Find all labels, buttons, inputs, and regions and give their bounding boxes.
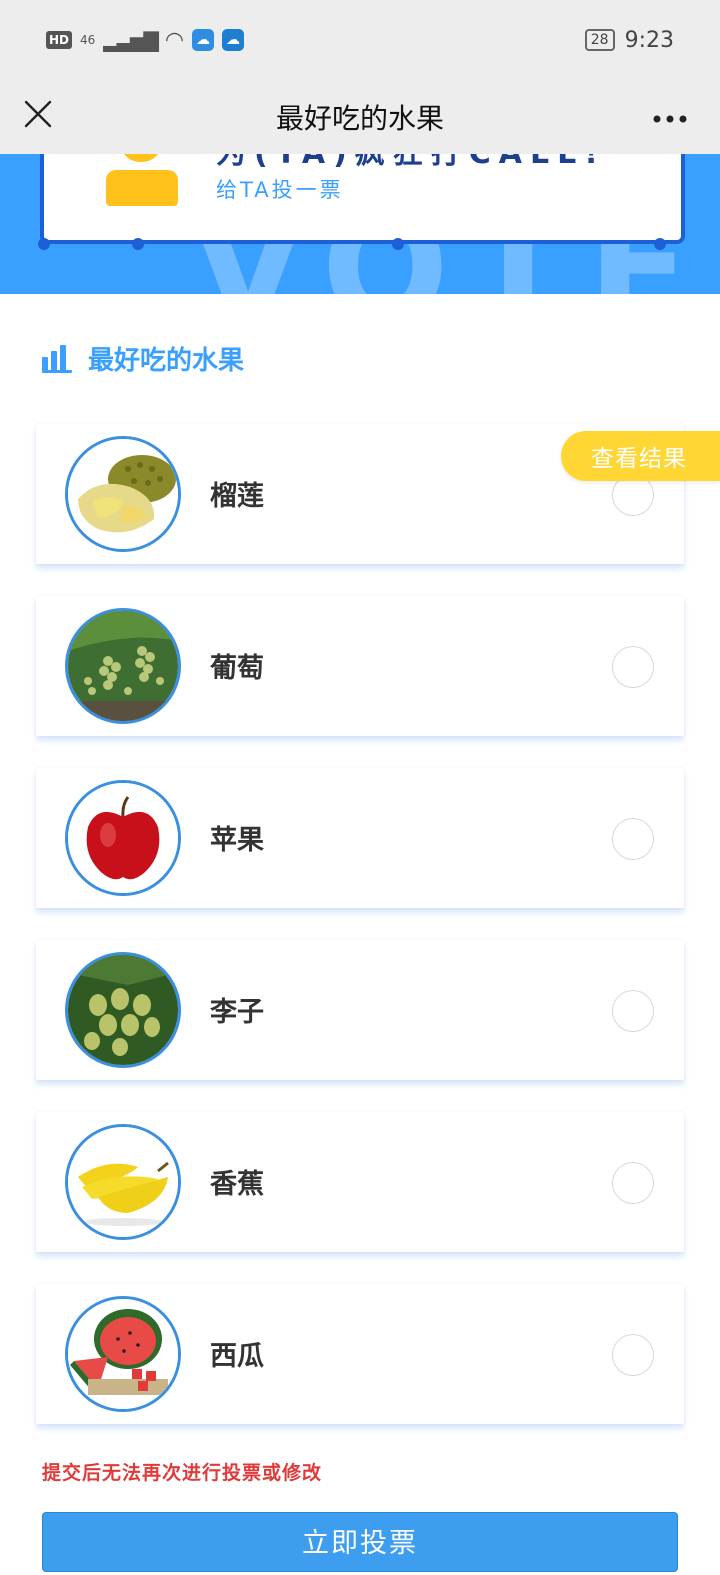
- battery-icon: 28: [584, 29, 615, 51]
- radio-button[interactable]: [612, 818, 654, 860]
- submit-warning: 提交后无法再次进行投票或修改: [42, 1462, 323, 1484]
- status-left: HD 46 ▂▃▅▇ ◠ ☁ ☁: [46, 27, 245, 53]
- clock: 9:23: [624, 27, 674, 53]
- page-title: 最好吃的水果: [275, 102, 444, 135]
- section-title: 最好吃的水果: [88, 346, 245, 376]
- vote-option[interactable]: 西瓜: [36, 1284, 684, 1424]
- banner-ticket: 为(TA)疯狂打CALL! 给TA投一票: [40, 154, 685, 244]
- option-label: 香蕉: [210, 1169, 264, 1200]
- banner-headline: 为(TA)疯狂打CALL!: [216, 154, 606, 172]
- vote-option[interactable]: 苹果: [36, 768, 684, 908]
- network-type: 46: [80, 33, 96, 47]
- status-right: 28 9:23: [584, 27, 674, 53]
- radio-button[interactable]: [612, 646, 654, 688]
- vote-banner: VOTE 为(TA)疯狂打CALL! 给TA投一票: [0, 154, 720, 294]
- radio-button[interactable]: [612, 990, 654, 1032]
- grape-image: [65, 608, 181, 724]
- close-icon[interactable]: [20, 96, 56, 132]
- vote-option[interactable]: 李子: [36, 940, 684, 1080]
- banner-subtitle: 给TA投一票: [216, 178, 344, 202]
- weather-app-icon: ☁: [222, 29, 245, 51]
- hd-badge: HD: [46, 31, 73, 49]
- apple-image: [65, 780, 181, 896]
- nav-bar: 最好吃的水果: [0, 80, 720, 154]
- cloud-app-icon: ☁: [192, 29, 215, 51]
- radio-button[interactable]: [612, 1162, 654, 1204]
- banana-image: [65, 1124, 181, 1240]
- status-bar: HD 46 ▂▃▅▇ ◠ ☁ ☁ 28 9:23: [0, 0, 720, 80]
- option-label: 榴莲: [210, 481, 264, 512]
- vote-submit-button[interactable]: 立即投票: [42, 1512, 678, 1572]
- person-icon: [100, 154, 180, 212]
- option-label: 苹果: [210, 825, 264, 856]
- ticket-perforation: [38, 238, 688, 250]
- section-header: 最好吃的水果: [42, 340, 244, 377]
- more-options-icon[interactable]: [652, 98, 688, 128]
- plum-image: [65, 952, 181, 1068]
- option-label: 葡萄: [210, 653, 264, 684]
- option-label: 西瓜: [210, 1341, 264, 1372]
- watermelon-image: [65, 1296, 181, 1412]
- option-label: 李子: [210, 997, 264, 1028]
- wifi-icon: ◠: [164, 27, 185, 53]
- bar-chart-icon: [42, 344, 72, 373]
- durian-image: [65, 436, 181, 552]
- vote-option[interactable]: 香蕉: [36, 1112, 684, 1252]
- view-results-button[interactable]: 查看结果: [561, 431, 720, 481]
- radio-button[interactable]: [612, 1334, 654, 1376]
- vote-option[interactable]: 葡萄: [36, 596, 684, 736]
- signal-icon: ▂▃▅▇: [103, 28, 159, 52]
